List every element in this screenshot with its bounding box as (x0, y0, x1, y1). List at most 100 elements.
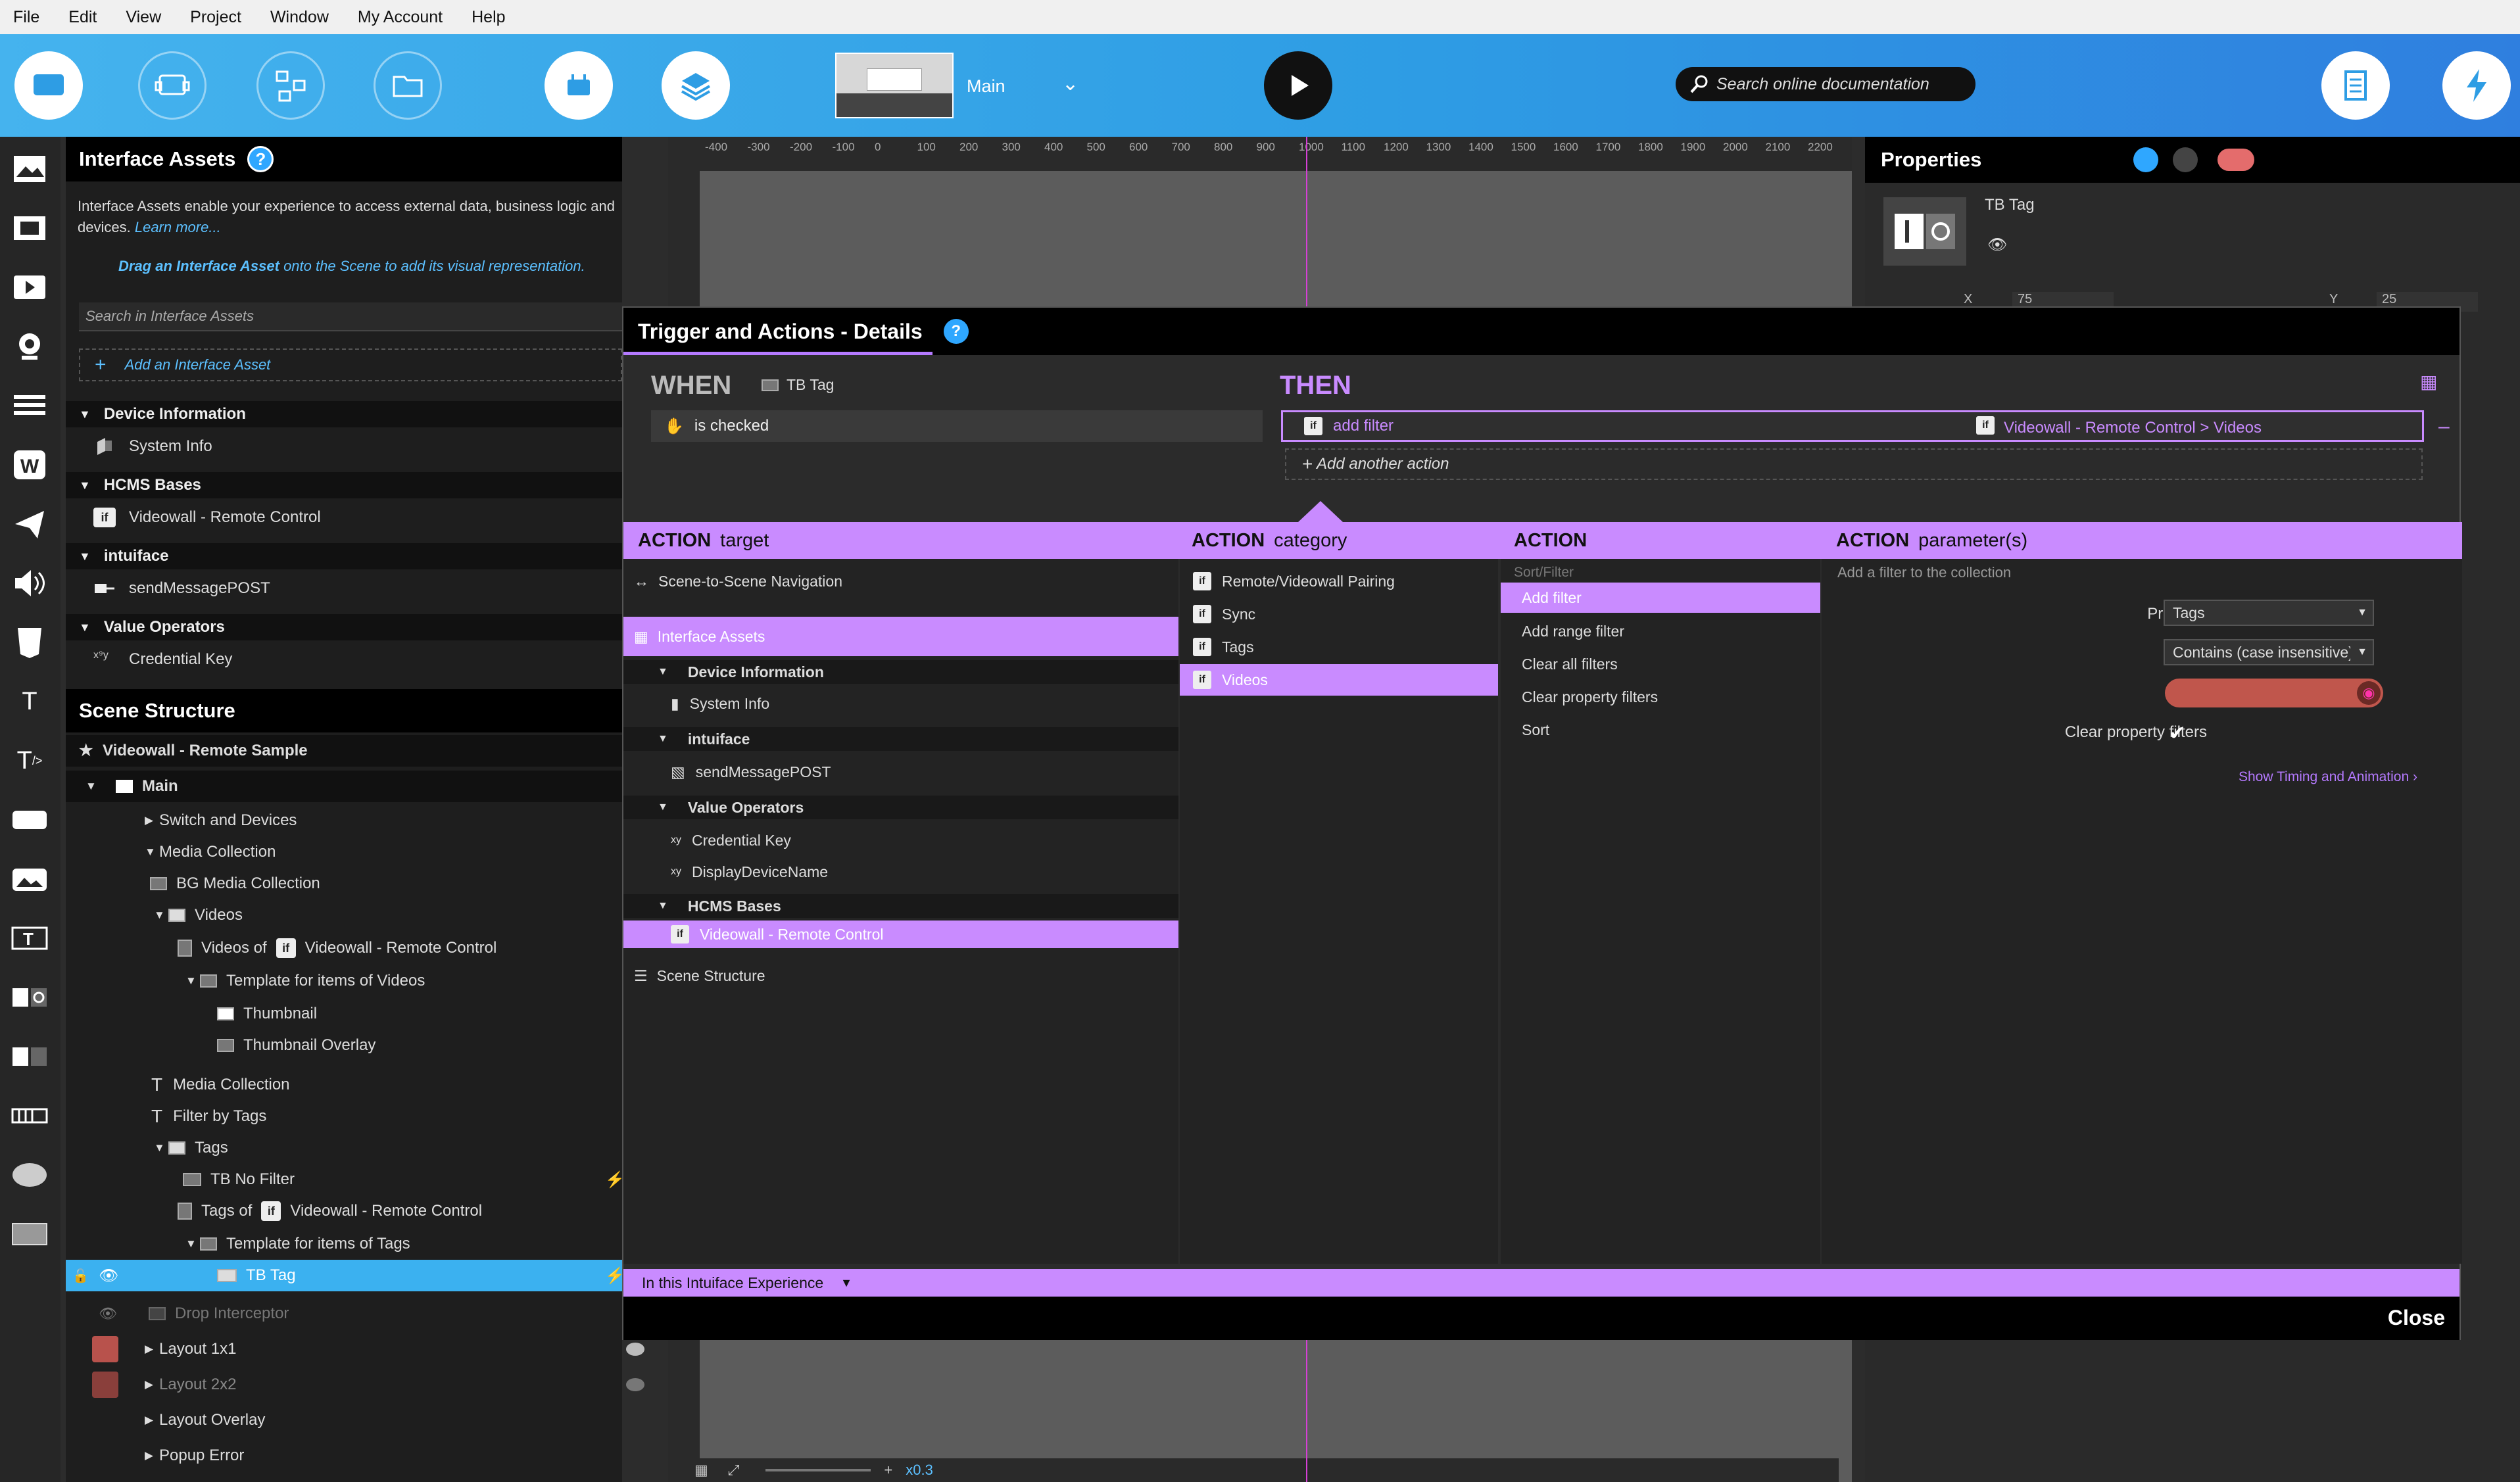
action-clear-all-filters[interactable]: Clear all filters (1501, 648, 1820, 680)
add-interface-asset-button[interactable]: + Add an Interface Asset (79, 348, 622, 381)
scene-row-tags[interactable]: ▼ Tags (66, 1132, 622, 1164)
assets-section-value-operators[interactable]: ▼ Value Operators (66, 614, 622, 640)
assets-search-input[interactable]: Search in Interface Assets (79, 302, 622, 331)
target-group-intuiface[interactable]: ▼ intuiface (623, 727, 1178, 751)
media-player-icon[interactable] (9, 267, 50, 308)
scene-row-tb-tag[interactable]: 🔓 👁 TB Tag ⚡ (66, 1260, 625, 1291)
scene-row-media-collection-text[interactable]: T Media Collection (66, 1069, 622, 1101)
chevron-down-icon[interactable]: ⌄ (1062, 72, 1078, 95)
devices-button[interactable] (138, 51, 206, 120)
eye-icon[interactable]: 👁 (99, 1266, 118, 1285)
target-scene-structure[interactable]: ☰ Scene Structure (623, 960, 1178, 992)
filter-select[interactable]: Contains (case insensitive) ▼ (2164, 639, 2374, 665)
target-credential-key[interactable]: xy Credential Key (623, 825, 1178, 856)
value-input[interactable]: ◉ (2165, 679, 2383, 707)
send-icon[interactable] (9, 504, 50, 544)
table-view-icon[interactable]: ▦ (2420, 371, 2437, 393)
files-button[interactable] (374, 51, 442, 120)
target-sendmessagepost[interactable]: ▧ sendMessagePOST (623, 756, 1178, 788)
assets-section-intuiface[interactable]: ▼ intuiface (66, 543, 622, 569)
documentation-search[interactable]: Search online documentation (1676, 67, 1975, 101)
text-input-icon[interactable]: T (9, 918, 50, 959)
list-icon[interactable] (9, 385, 50, 426)
assets-section-device-information[interactable]: ▼ Device Information (66, 401, 622, 427)
scenes-graph-button[interactable] (256, 51, 325, 120)
rectangle-icon[interactable] (9, 1214, 50, 1255)
scene-row-bg-media-collection[interactable]: BG Media Collection (66, 868, 622, 899)
image-button-icon[interactable] (9, 859, 50, 899)
scene-row-thumbnail-overlay[interactable]: Thumbnail Overlay (66, 1030, 622, 1061)
zoom-in-icon[interactable]: + (884, 1462, 892, 1479)
slider-icon[interactable] (9, 1095, 50, 1136)
target-interface-assets[interactable]: ▦ Interface Assets (623, 617, 1178, 656)
fit-icon[interactable]: ⤢ (728, 1462, 740, 1479)
text-icon[interactable]: T (9, 681, 50, 722)
help-icon[interactable]: ? (943, 319, 969, 344)
lock-toggle-icon[interactable] (2217, 149, 2254, 171)
scope-selector[interactable]: In this Intuiface Experience ▼ (623, 1269, 2459, 1297)
image-asset-icon[interactable] (9, 149, 50, 189)
webcam-icon[interactable] (9, 326, 50, 367)
target-group-hcms-bases[interactable]: ▼ HCMS Bases (623, 894, 1178, 918)
learn-more-link[interactable]: Learn more... (135, 219, 221, 235)
trigger-source[interactable]: TB Tag (762, 376, 834, 394)
layers-button[interactable] (662, 51, 730, 120)
menu-help[interactable]: Help (472, 8, 505, 27)
clear-property-filters-checkbox[interactable]: ✔ (2169, 722, 2185, 745)
target-displaydevicename[interactable]: xy DisplayDeviceName (623, 856, 1178, 888)
target-system-info[interactable]: ▮ System Info (623, 688, 1178, 719)
assets-section-hcms-bases[interactable]: ▼ HCMS Bases (66, 472, 622, 498)
scene-row-switch-and-devices[interactable]: ▶ Switch and Devices (66, 805, 622, 836)
zoom-slider[interactable] (765, 1469, 871, 1471)
binding-icon[interactable]: ◉ (2357, 681, 2381, 705)
target-videowall-remote-control[interactable]: if Videowall - Remote Control (623, 920, 1178, 948)
audio-icon[interactable] (9, 563, 50, 604)
asset-item-videowall-remote-control[interactable]: if Videowall - Remote Control (93, 501, 321, 534)
menu-my-account[interactable]: My Account (358, 8, 443, 27)
scene-row-tags-of[interactable]: Tags of if Videowall - Remote Control (66, 1195, 622, 1227)
scene-row-tb-no-filter[interactable]: TB No Filter ⚡ (66, 1164, 625, 1195)
grid-icon[interactable]: ▦ (694, 1462, 708, 1479)
eye-hidden-icon[interactable]: 👁 (99, 1305, 117, 1322)
globe-icon[interactable] (2173, 147, 2198, 172)
button-icon[interactable] (9, 800, 50, 840)
scene-row-thumbnail[interactable]: Thumbnail (66, 998, 622, 1030)
menu-edit[interactable]: Edit (68, 8, 97, 27)
menu-file[interactable]: File (13, 8, 39, 27)
category-tags[interactable]: if Tags (1180, 631, 1498, 663)
action-clear-property-filters[interactable]: Clear property filters (1501, 681, 1820, 713)
target-group-value-operators[interactable]: ▼ Value Operators (623, 796, 1178, 819)
interface-assets-button[interactable] (545, 51, 613, 120)
action-add-range-filter[interactable]: Add range filter (1501, 615, 1820, 647)
scene-row-template-videos[interactable]: ▼ Template for items of Videos (66, 965, 622, 997)
asset-item-credential-key[interactable]: x⁹y Credential Key (93, 643, 232, 676)
property-select[interactable]: Tags ▼ (2164, 600, 2374, 626)
scene-row-popup-error[interactable]: ▶ Popup Error (66, 1440, 622, 1471)
scene-row-main[interactable]: ▼ Main (66, 771, 622, 802)
web-browser-icon[interactable]: W (9, 444, 50, 485)
scene-row-layout-1x1[interactable]: ▶ Layout 1x1 (66, 1333, 644, 1365)
remove-action-icon[interactable]: – (2438, 416, 2450, 438)
ellipse-icon[interactable] (9, 1155, 50, 1195)
play-mode-button[interactable] (14, 51, 83, 120)
scene-row-videos-of[interactable]: Videos of if Videowall - Remote Control (66, 932, 622, 964)
scene-row-layout-overlay[interactable]: ▶ Layout Overlay (66, 1404, 622, 1436)
help-icon[interactable]: ? (247, 146, 274, 172)
scene-row-layout-2x2[interactable]: ▶ Layout 2x2 (66, 1369, 644, 1400)
scene-row-drop-interceptor[interactable]: 👁 Drop Interceptor (66, 1298, 622, 1329)
scene-row-experience[interactable]: ★ Videowall - Remote Sample (66, 735, 622, 767)
rich-text-icon[interactable]: T/> (9, 740, 50, 781)
category-sync[interactable]: if Sync (1180, 598, 1498, 630)
action-row-selected[interactable]: if add filter if Videowall - Remote Cont… (1281, 410, 2424, 442)
add-another-action-button[interactable]: + Add another action (1285, 448, 2423, 480)
category-videos[interactable]: if Videos (1180, 664, 1498, 696)
asset-item-system-info[interactable]: System Info (93, 430, 212, 463)
scene-row-videos[interactable]: ▼ Videos (66, 899, 622, 931)
scene-row-template-tags[interactable]: ▼ Template for items of Tags (66, 1228, 622, 1260)
scene-thumbnail[interactable] (835, 53, 954, 118)
video-asset-icon[interactable] (9, 208, 50, 249)
visibility-toggle-icon[interactable] (92, 1372, 118, 1398)
play-button[interactable] (1264, 51, 1332, 120)
toggle-button-icon[interactable] (9, 977, 50, 1018)
scene-row-media-collection-group[interactable]: ▼ Media Collection (66, 836, 622, 868)
